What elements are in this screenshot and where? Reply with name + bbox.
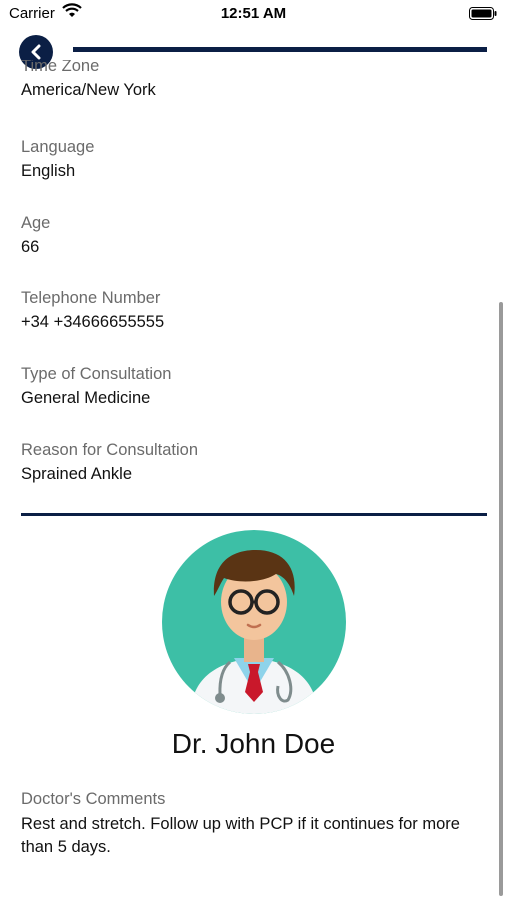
doctor-comments-label: Doctor's Comments: [21, 790, 166, 808]
field-label: Age: [21, 214, 51, 232]
field-label: Telephone Number: [21, 289, 161, 307]
field-label: Type of Consultation: [21, 365, 172, 383]
chevron-left-icon: [31, 44, 41, 60]
details-scroll-view[interactable]: Time Zone America/New York Language Engl…: [0, 60, 507, 900]
progress-bar: [73, 47, 487, 52]
field-value: America/New York: [21, 81, 156, 99]
field-value: +34 +34666655555: [21, 313, 165, 331]
field-age: Age 66: [21, 213, 50, 257]
status-bar: Carrier 12:51 AM: [0, 0, 507, 30]
field-telephone: Telephone Number +34 +34666655555: [21, 288, 164, 332]
field-value: General Medicine: [21, 389, 151, 407]
battery-icon: [469, 7, 497, 20]
field-label: Time Zone: [21, 60, 100, 75]
status-time: 12:51 AM: [220, 5, 287, 22]
doctor-avatar-icon: [162, 530, 346, 714]
scrollbar[interactable]: [499, 302, 503, 896]
field-value: 66: [21, 238, 40, 256]
field-label: Language: [21, 138, 95, 156]
field-time-zone: Time Zone America/New York: [21, 60, 156, 100]
progress-fill: [73, 47, 487, 52]
doctor-name: Dr. John Doe: [171, 728, 336, 759]
field-label: Reason for Consultation: [21, 441, 199, 459]
field-consultation-type: Type of Consultation General Medicine: [21, 364, 171, 408]
field-language: Language English: [21, 137, 94, 181]
field-value: English: [21, 162, 76, 180]
field-consultation-reason: Reason for Consultation Sprained Ankle: [21, 440, 198, 484]
field-value: Sprained Ankle: [21, 465, 132, 483]
doctor-comments-text: Rest and stretch. Follow up with PCP if …: [21, 815, 460, 856]
section-divider: [21, 513, 487, 516]
